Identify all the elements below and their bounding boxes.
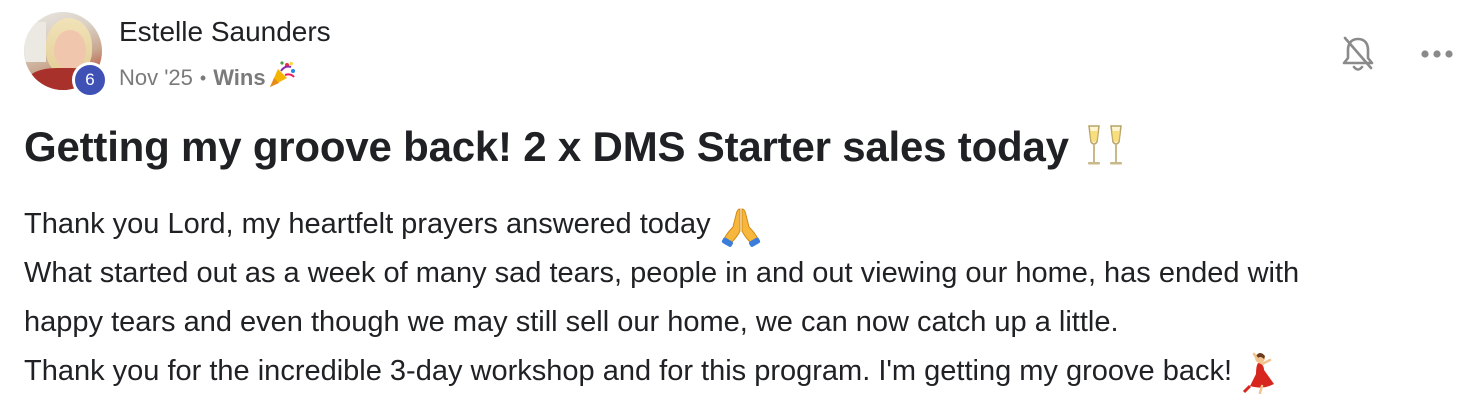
meta-separator: • bbox=[199, 67, 207, 88]
body-line-4: Thank you for the incredible 3-day works… bbox=[24, 355, 1233, 387]
author-avatar-wrapper[interactable]: 6 bbox=[24, 12, 108, 98]
more-options-button[interactable] bbox=[1414, 36, 1460, 72]
more-horizontal-icon bbox=[1421, 50, 1453, 58]
notification-toggle-button[interactable] bbox=[1338, 34, 1378, 74]
post-category[interactable]: Wins bbox=[213, 65, 265, 91]
author-name[interactable]: Estelle Saunders bbox=[119, 16, 331, 48]
post-title-text: Getting my groove back! 2 x DMS Starter … bbox=[24, 123, 1069, 170]
body-line: Thank you Lord, my heartfelt prayers ans… bbox=[24, 200, 1464, 249]
champagne-glasses-icon bbox=[1083, 122, 1127, 172]
body-line-2: What started out as a week of many sad t… bbox=[24, 257, 1300, 289]
post-date[interactable]: Nov '25 bbox=[119, 65, 193, 91]
party-popper-icon bbox=[267, 59, 297, 89]
body-line: What started out as a week of many sad t… bbox=[24, 249, 1464, 298]
body-line: happy tears and even though we may still… bbox=[24, 298, 1464, 347]
body-line: Thank you for the incredible 3-day works… bbox=[24, 347, 1464, 396]
dancer-icon bbox=[1240, 350, 1284, 394]
praying-hands-icon bbox=[719, 203, 763, 247]
body-line-3: happy tears and even though we may still… bbox=[24, 306, 1119, 338]
body-line-1: Thank you Lord, my heartfelt prayers ans… bbox=[24, 208, 711, 240]
post-card: 6 Estelle Saunders Nov '25 • Wins Gettin… bbox=[0, 0, 1484, 414]
post-title[interactable]: Getting my groove back! 2 x DMS Starter … bbox=[24, 122, 1127, 172]
post-meta: Nov '25 • Wins bbox=[119, 61, 297, 93]
bell-off-icon bbox=[1342, 36, 1374, 71]
post-body: Thank you Lord, my heartfelt prayers ans… bbox=[24, 200, 1464, 396]
level-badge: 6 bbox=[72, 62, 108, 98]
